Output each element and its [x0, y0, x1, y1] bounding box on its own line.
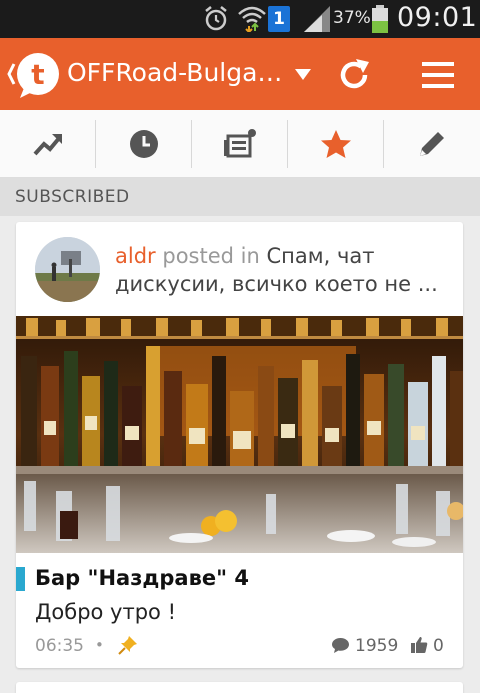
alarm-icon — [205, 6, 227, 31]
news-icon — [224, 129, 256, 158]
svg-text:t: t — [31, 58, 44, 91]
avatar[interactable] — [35, 237, 100, 302]
status-bar: 1 37% 09:01 — [0, 0, 480, 38]
topic-card[interactable]: aldr posted in Спам, чат дискусии, всичк… — [16, 222, 463, 668]
battery-icon — [372, 5, 388, 33]
tab-trending[interactable] — [0, 110, 96, 178]
section-header: SUBSCRIBED — [0, 178, 480, 216]
star-icon — [321, 130, 351, 158]
wifi-icon — [238, 6, 266, 32]
refresh-icon[interactable] — [336, 57, 372, 93]
topic-footer: 06:35 • 1959 0 — [35, 634, 445, 658]
tab-timeline[interactable] — [96, 110, 192, 178]
avatar-image — [35, 237, 100, 302]
menu-icon[interactable] — [420, 60, 456, 90]
section-label: SUBSCRIBED — [15, 187, 130, 207]
tapatalk-logo-icon[interactable]: t — [6, 48, 62, 100]
author-name[interactable]: aldr — [115, 244, 156, 268]
back-chevron-icon — [7, 63, 16, 85]
thumbs-up-icon[interactable] — [410, 636, 428, 654]
dropdown-arrow-icon[interactable] — [293, 68, 313, 82]
topic-image[interactable] — [16, 316, 463, 553]
tab-compose[interactable] — [384, 110, 480, 178]
pencil-icon — [420, 132, 444, 156]
clock-icon — [130, 130, 158, 158]
forum-title[interactable]: OFFRoad-Bulga… — [67, 58, 283, 87]
topic-title-row[interactable]: Бар "Наздраве" 4 — [16, 566, 463, 592]
post-meta: aldr posted in Спам, чат дискусии, всичк… — [115, 242, 455, 298]
footer-separator: • — [95, 636, 104, 654]
topic-excerpt: Добро утро ! — [35, 600, 176, 624]
action-bar: t OFFRoad-Bulga… — [0, 38, 480, 110]
tab-feed[interactable] — [192, 110, 288, 178]
comment-icon — [332, 638, 349, 653]
tab-bar — [0, 110, 480, 178]
topic-accent-bar — [16, 567, 25, 591]
pin-icon — [118, 636, 137, 655]
topic-title[interactable]: Бар "Наздраве" 4 — [35, 566, 249, 590]
trending-icon — [33, 134, 62, 156]
sim-icon: 1 — [268, 6, 290, 32]
bar-bottles-photo — [16, 316, 463, 553]
like-count: 0 — [433, 636, 444, 656]
battery-percent: 37% — [333, 8, 371, 28]
status-time: 09:01 — [397, 2, 478, 33]
tab-subscribed[interactable] — [288, 110, 384, 178]
posted-in-label: posted in — [162, 244, 260, 268]
signal-icon — [304, 6, 330, 32]
next-topic-card[interactable] — [16, 682, 463, 693]
comment-count: 1959 — [355, 636, 399, 656]
post-time: 06:35 — [35, 636, 84, 656]
